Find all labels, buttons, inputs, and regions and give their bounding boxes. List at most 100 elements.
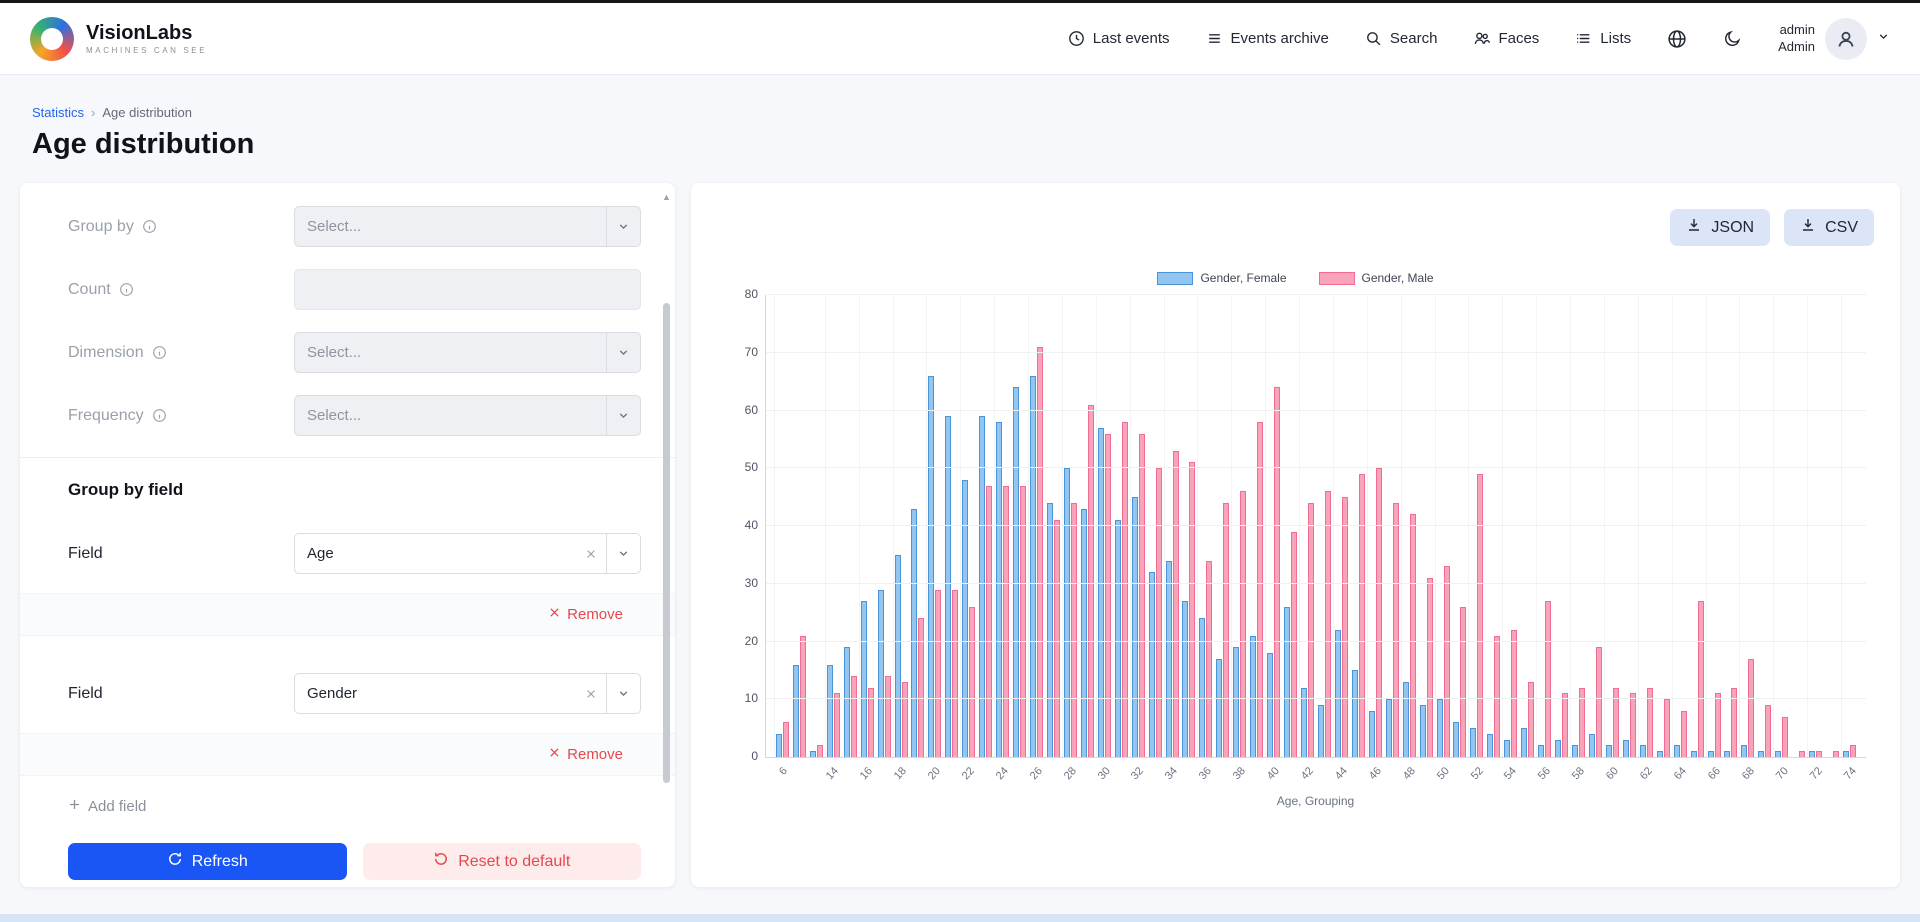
language-globe-button[interactable]: [1667, 29, 1687, 49]
bar-group: [1028, 295, 1045, 757]
chart-bar: [895, 555, 901, 757]
chart-bar: [1511, 630, 1517, 757]
x-axis-tick: 20: [926, 758, 943, 792]
bar-group: [1214, 295, 1231, 757]
bar-group: [1164, 295, 1181, 757]
chart-bar: [1386, 699, 1392, 757]
chart-bar: [1250, 636, 1256, 757]
chart-bar: [1453, 722, 1459, 757]
nav-item-label: Search: [1390, 30, 1438, 47]
bar-group: [1350, 295, 1367, 757]
refresh-icon: [167, 851, 183, 872]
bar-group: [910, 295, 927, 757]
add-field-button[interactable]: Add field: [20, 776, 675, 819]
export-json-button[interactable]: JSON: [1670, 209, 1770, 246]
nav-item-label: Events archive: [1231, 30, 1329, 47]
bar-group: [943, 295, 960, 757]
y-axis-tick: 50: [726, 460, 758, 474]
nav-item-search[interactable]: Search: [1365, 30, 1438, 47]
nav-item-last-events[interactable]: Last events: [1068, 30, 1170, 47]
x-axis-tick: 72: [1807, 758, 1824, 792]
scrollbar[interactable]: ▲: [661, 191, 672, 879]
gridline: [766, 294, 1866, 295]
chart-bar: [1267, 653, 1273, 757]
chart-bar: [1657, 751, 1663, 757]
bar-group: [1485, 295, 1502, 757]
count-label: Count: [68, 281, 111, 299]
export-csv-button[interactable]: CSV: [1784, 209, 1874, 246]
x-axis-tick: 68: [1739, 758, 1756, 792]
x-axis-tick: [1112, 758, 1129, 792]
chart-bar: [911, 509, 917, 757]
reset-to-default-button[interactable]: Reset to default: [363, 843, 642, 880]
group-by-label: Group by: [68, 218, 134, 236]
legend-item[interactable]: Gender, Male: [1319, 271, 1434, 285]
remove-field-button[interactable]: Remove: [20, 593, 675, 636]
scroll-up-icon[interactable]: ▲: [661, 191, 672, 203]
frequency-label: Frequency: [68, 407, 144, 425]
field-select-gender[interactable]: Gender: [294, 673, 641, 714]
y-axis-tick: 40: [726, 518, 758, 532]
bar-group: [1435, 295, 1452, 757]
info-icon[interactable]: [152, 408, 167, 423]
info-icon[interactable]: [152, 345, 167, 360]
bar-group: [1384, 295, 1401, 757]
user-menu[interactable]: admin Admin: [1778, 18, 1890, 60]
field-select-age[interactable]: Age: [294, 533, 641, 574]
x-axis-tick: [1553, 758, 1570, 792]
info-icon[interactable]: [119, 282, 134, 297]
nav-item-faces[interactable]: Faces: [1473, 30, 1539, 47]
chart-bar: [1623, 740, 1629, 757]
download-icon: [1800, 217, 1816, 238]
breadcrumb-link-statistics[interactable]: Statistics: [32, 105, 84, 120]
bar-group: [1536, 295, 1553, 757]
chart-legend: Gender, Female Gender, Male: [725, 271, 1866, 285]
nav-item-lists[interactable]: Lists: [1575, 30, 1631, 47]
chart-bar: [1748, 659, 1754, 757]
chart-bar: [783, 722, 789, 757]
clock-icon: [1068, 30, 1085, 47]
remove-field-button[interactable]: Remove: [20, 733, 675, 776]
x-axis-tick: 18: [892, 758, 909, 792]
chart-bar: [902, 682, 908, 757]
dimension-select[interactable]: Select...: [294, 332, 641, 373]
y-axis-tick: 60: [726, 403, 758, 417]
brand[interactable]: VisionLabs MACHINES CAN SEE: [30, 17, 207, 61]
chart-bar: [1606, 745, 1612, 757]
chart-bar: [851, 676, 857, 757]
info-icon[interactable]: [142, 219, 157, 234]
bar-group: [1638, 295, 1655, 757]
refresh-button[interactable]: Refresh: [68, 843, 347, 880]
clear-icon[interactable]: [576, 674, 606, 713]
chart-bar: [1528, 682, 1534, 757]
bar-group: [1282, 295, 1299, 757]
chart-bar: [1799, 751, 1805, 757]
chart-bar: [776, 734, 782, 757]
scrollbar-thumb[interactable]: [663, 303, 670, 783]
remove-x-icon: [548, 746, 561, 763]
chart-bar: [1715, 693, 1721, 757]
top-navbar: VisionLabs MACHINES CAN SEE Last events …: [0, 3, 1920, 75]
x-axis-tick: [1214, 758, 1231, 792]
frequency-select[interactable]: Select...: [294, 395, 641, 436]
avatar: [1825, 18, 1867, 60]
chart-bar: [1115, 520, 1121, 757]
chart-bar: [1156, 468, 1162, 757]
chart-bar: [817, 745, 823, 757]
legend-item[interactable]: Gender, Female: [1157, 271, 1286, 285]
chart-bar: [1284, 607, 1290, 757]
dark-mode-toggle[interactable]: [1723, 29, 1742, 48]
x-axis-tick: 66: [1705, 758, 1722, 792]
chart-bar: [1369, 711, 1375, 757]
group-by-select[interactable]: Select...: [294, 206, 641, 247]
nav-item-events-archive[interactable]: Events archive: [1206, 30, 1329, 47]
chart-bar: [1291, 532, 1297, 757]
clear-icon[interactable]: [576, 534, 606, 573]
bar-group: [1807, 295, 1824, 757]
x-axis-tick: 62: [1638, 758, 1655, 792]
chart-bar: [1335, 630, 1341, 757]
count-input[interactable]: [294, 269, 641, 310]
chart-bar: [1047, 503, 1053, 757]
chart-bar: [1352, 670, 1358, 757]
chart-bar: [1572, 745, 1578, 757]
